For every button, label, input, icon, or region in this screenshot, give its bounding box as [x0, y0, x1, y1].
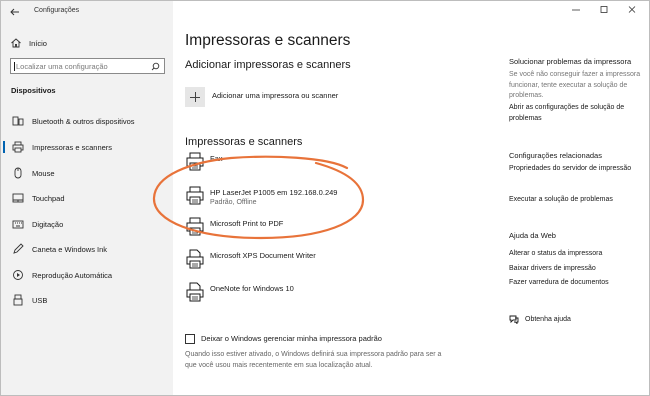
add-section-title: Adicionar impressoras e scanners [185, 59, 351, 71]
printers-section-title: Impressoras e scanners [185, 136, 303, 148]
sidebar-section-title: Dispositivos [11, 86, 56, 95]
troubleshoot-settings-link[interactable]: Abrir as configurações de solução de pro… [509, 103, 643, 124]
keyboard-icon [12, 220, 24, 229]
sidebar: Configurações Início Localizar uma confi… [1, 1, 173, 395]
settings-window: Configurações Início Localizar uma confi… [0, 0, 650, 396]
close-icon[interactable] [625, 4, 639, 16]
printer-name: Microsoft XPS Document Writer [210, 251, 316, 260]
get-help-link[interactable]: Obtenha ajuda [509, 314, 571, 324]
scan-documents-link[interactable]: Fazer varredura de documentos [509, 278, 643, 289]
sidebar-item-label: Caneta e Windows Ink [32, 244, 108, 254]
sidebar-item-label: Bluetooth & outros dispositivos [32, 116, 135, 126]
default-printer-checkbox[interactable] [185, 334, 195, 344]
mouse-icon [14, 167, 22, 179]
change-printer-status-link[interactable]: Alterar o status da impressora [509, 249, 643, 260]
sidebar-item-bluetooth[interactable]: Bluetooth & outros dispositivos [1, 111, 173, 131]
troubleshoot-text: Se você não conseguir fazer a impressora… [509, 71, 641, 99]
sidebar-item-typing[interactable]: Digitação [1, 214, 173, 234]
sidebar-item-label: Mouse [32, 168, 55, 178]
printer-icon [12, 141, 24, 153]
sidebar-item-usb[interactable]: USB [1, 290, 173, 310]
text-caret [14, 62, 15, 71]
related-settings-title: Configurações relacionadas [509, 151, 602, 160]
annotation-ellipse [152, 155, 365, 240]
sidebar-item-printers[interactable]: Impressoras e scanners [1, 137, 173, 157]
printer-item-xps[interactable]: Microsoft XPS Document Writer [185, 249, 375, 273]
troubleshoot-title: Solucionar problemas da impressora [509, 57, 632, 66]
get-help-label: Obtenha ajuda [525, 315, 571, 323]
printer-item-onenote[interactable]: OneNote for Windows 10 [185, 282, 375, 306]
search-placeholder: Localizar uma configuração [16, 62, 108, 71]
sidebar-item-label: Touchpad [32, 193, 65, 203]
sidebar-item-mouse[interactable]: Mouse [1, 163, 173, 183]
add-printer-button[interactable] [185, 87, 205, 107]
sidebar-item-label: Digitação [32, 219, 64, 229]
pen-icon [13, 243, 24, 254]
print-server-properties-link[interactable]: Propriedades do servidor de impressão [509, 164, 643, 175]
home-icon [11, 38, 21, 48]
autoplay-icon [13, 270, 23, 280]
sidebar-item-label: Impressoras e scanners [32, 142, 113, 152]
usb-icon [13, 294, 23, 306]
search-icon[interactable] [151, 62, 160, 71]
web-help-title: Ajuda da Web [509, 231, 556, 240]
bluetooth-icon [12, 116, 24, 126]
run-troubleshooter-link[interactable]: Executar a solução de problemas [509, 195, 643, 206]
document-printer-icon [186, 249, 204, 269]
default-printer-checkbox-label[interactable]: Deixar o Windows gerenciar minha impress… [201, 334, 382, 343]
sidebar-item-label: Reprodução Automática [32, 270, 113, 280]
add-printer-label[interactable]: Adicionar uma impressora ou scanner [212, 91, 338, 100]
document-printer-icon [186, 282, 204, 302]
home-label: Início [29, 38, 47, 48]
maximize-icon[interactable] [597, 4, 611, 16]
page-title: Impressoras e scanners [185, 32, 351, 49]
default-printer-hint: Quando isso estiver ativado, o Windows d… [185, 351, 442, 369]
download-print-drivers-link[interactable]: Baixar drivers de impressão [509, 264, 643, 275]
sidebar-item-touchpad[interactable]: Touchpad [1, 188, 173, 208]
minimize-icon[interactable] [569, 4, 583, 16]
search-input[interactable]: Localizar uma configuração [10, 58, 165, 74]
chat-help-icon [509, 315, 519, 324]
sidebar-item-autoplay[interactable]: Reprodução Automática [1, 265, 173, 285]
window-title: Configurações [34, 7, 80, 14]
home-link[interactable]: Início [10, 37, 47, 49]
touchpad-icon [12, 193, 24, 203]
back-arrow-icon[interactable] [9, 6, 21, 18]
sidebar-item-label: USB [32, 295, 48, 305]
printer-name: OneNote for Windows 10 [210, 284, 294, 293]
sidebar-item-pen[interactable]: Caneta e Windows Ink [1, 239, 173, 259]
